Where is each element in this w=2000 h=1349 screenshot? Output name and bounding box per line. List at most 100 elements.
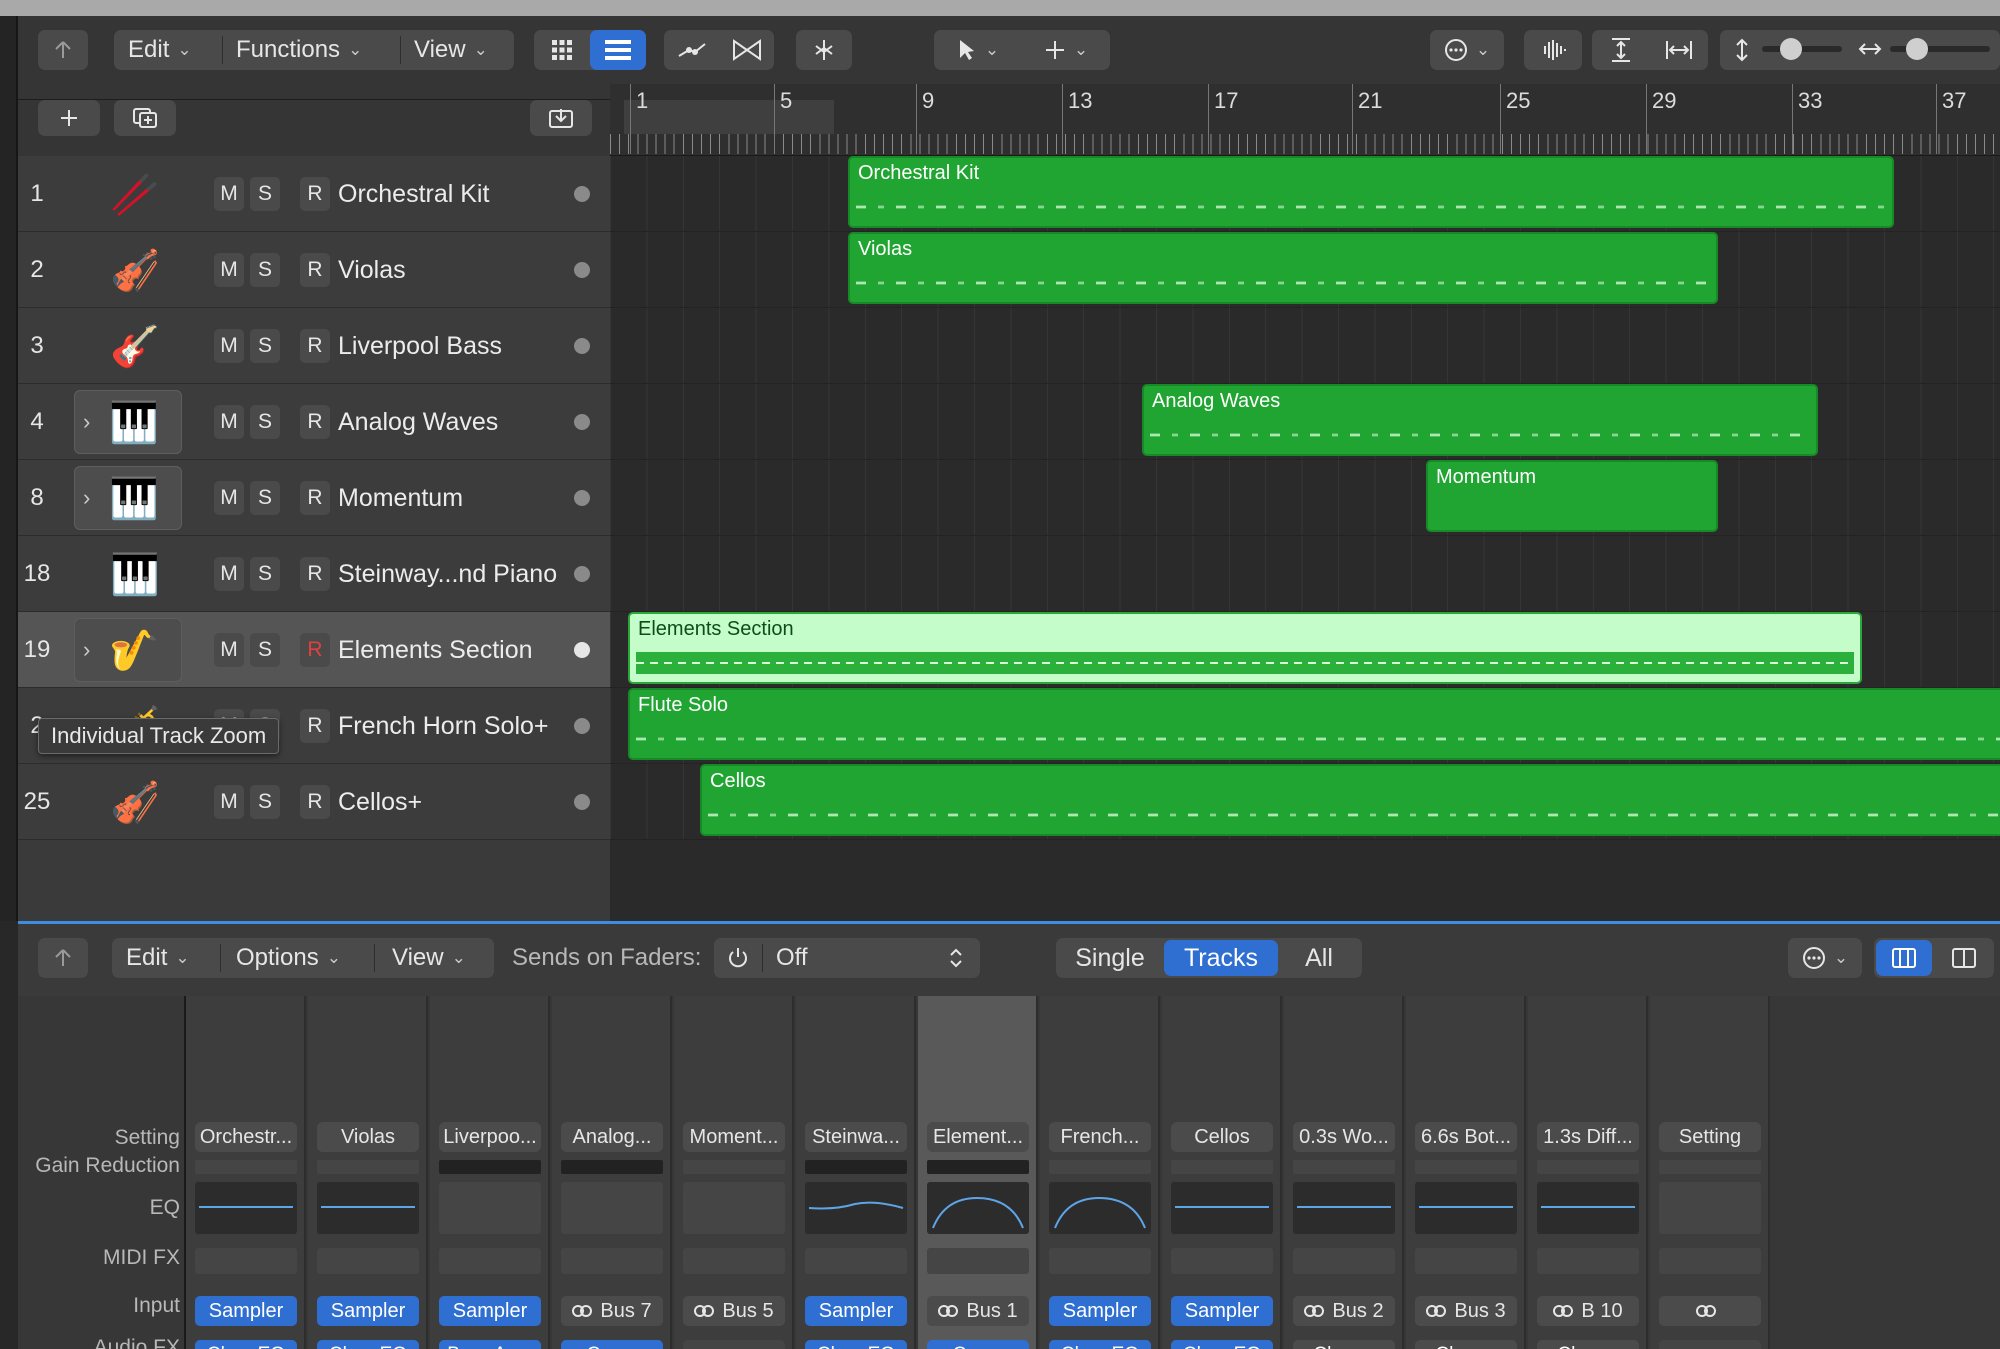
input-slot[interactable]: Sampler [195, 1296, 297, 1326]
channel-strip[interactable]: Element... Bus 1 Comp [918, 996, 1038, 1349]
setting-button[interactable]: Setting [1659, 1122, 1761, 1152]
horizontal-fit-button[interactable] [1650, 30, 1708, 70]
chevron-right-icon[interactable]: › [83, 409, 90, 435]
region-momentum[interactable]: Momentum [1426, 460, 1718, 532]
solo-button[interactable]: S [250, 405, 280, 439]
vertical-zoom-knob[interactable] [1780, 38, 1802, 60]
import-button[interactable] [530, 100, 592, 136]
audio-fx-slot[interactable]: Chorus [1537, 1340, 1639, 1349]
eq-display[interactable] [195, 1182, 297, 1234]
secondary-tool-button[interactable]: ⌄ [1022, 30, 1110, 70]
input-slot[interactable]: Bus 1 [927, 1296, 1029, 1326]
input-slot[interactable]: Sampler [1049, 1296, 1151, 1326]
mixer-back-button[interactable] [38, 938, 88, 978]
record-enable-button[interactable]: R [300, 557, 330, 591]
track-row[interactable]: 18 🎹 M S R Steinway...nd Piano [18, 536, 610, 612]
region-cellos[interactable]: Cellos [700, 764, 2000, 836]
setting-button[interactable]: Moment... [683, 1122, 785, 1152]
track-instrument-icon[interactable]: 🎸 [74, 314, 182, 378]
track-name[interactable]: Cellos+ [338, 764, 422, 840]
midi-fx-slot[interactable] [1049, 1248, 1151, 1274]
catch-button[interactable] [796, 30, 852, 70]
track-row[interactable]: 2 🎻 M S R Violas [18, 232, 610, 308]
channel-strip[interactable]: Moment... Bus 5 [674, 996, 794, 1349]
automation-button[interactable] [664, 30, 719, 70]
mute-button[interactable]: M [214, 405, 244, 439]
setting-button[interactable]: Element... [927, 1122, 1029, 1152]
region-violas[interactable]: Violas [848, 232, 1718, 304]
track-row[interactable]: 3 🎸 M S R Liverpool Bass [18, 308, 610, 384]
mute-button[interactable]: M [214, 633, 244, 667]
record-enable-button[interactable]: R [300, 177, 330, 211]
mixer-options-menu[interactable]: Options ⌄ [236, 938, 341, 978]
midi-fx-slot[interactable] [1293, 1248, 1395, 1274]
track-row[interactable]: 1 🥢 M S R Orchestral Kit [18, 156, 610, 232]
midi-fx-slot[interactable] [317, 1248, 419, 1274]
eq-display[interactable] [1049, 1182, 1151, 1234]
track-lane[interactable] [610, 460, 2000, 536]
channel-strip[interactable]: Cellos Sampler Chan EQ [1162, 996, 1282, 1349]
track-name[interactable]: Analog Waves [338, 384, 498, 460]
audio-fx-slot[interactable]: Comp [927, 1340, 1029, 1349]
all-button[interactable]: All [1282, 938, 1356, 978]
track-lane[interactable] [610, 308, 2000, 384]
eq-display[interactable] [1659, 1182, 1761, 1234]
eq-display[interactable] [317, 1182, 419, 1234]
record-enable-button[interactable]: R [300, 481, 330, 515]
channel-strip[interactable]: Violas Sampler Chan EQ [308, 996, 428, 1349]
mute-button[interactable]: M [214, 253, 244, 287]
eq-display[interactable] [561, 1182, 663, 1234]
audio-fx-slot[interactable]: Chan EQ [195, 1340, 297, 1349]
view-menu[interactable]: View ⌄ [414, 30, 488, 70]
channel-strip[interactable]: Analog... Bus 7 Comp [552, 996, 672, 1349]
vertical-fit-button[interactable] [1592, 30, 1650, 70]
midi-fx-slot[interactable] [1171, 1248, 1273, 1274]
pointer-tool-button[interactable]: ⌄ [934, 30, 1022, 70]
track-instrument-icon[interactable]: 🎹 [74, 542, 182, 606]
record-enable-button[interactable]: R [300, 709, 330, 743]
more-options-button[interactable]: ⌄ [1430, 30, 1504, 70]
edit-menu[interactable]: Edit ⌄ [128, 30, 192, 70]
midi-fx-slot[interactable] [927, 1248, 1029, 1274]
sends-on-faders-select[interactable]: Off [714, 938, 980, 978]
input-slot[interactable]: Sampler [805, 1296, 907, 1326]
track-lane[interactable] [610, 536, 2000, 612]
input-slot[interactable]: Bus 2 [1293, 1296, 1395, 1326]
track-name[interactable]: Liverpool Bass [338, 308, 502, 384]
input-slot[interactable]: Bus 3 [1415, 1296, 1517, 1326]
channel-strip[interactable]: Setting [1650, 996, 1770, 1349]
region-elements-section[interactable]: Elements Section [628, 612, 1862, 684]
setting-button[interactable]: Liverpoo... [439, 1122, 541, 1152]
audio-fx-slot[interactable]: Chan EQ [1171, 1340, 1273, 1349]
record-enable-button[interactable]: R [300, 785, 330, 819]
eq-display[interactable] [927, 1182, 1029, 1234]
audio-fx-slot[interactable]: Chan EQ [805, 1340, 907, 1349]
channel-strip[interactable]: Orchestr... Sampler Chan EQ [186, 996, 306, 1349]
audio-fx-slot[interactable] [683, 1340, 785, 1349]
record-enable-button[interactable]: R [300, 329, 330, 363]
midi-fx-slot[interactable] [1537, 1248, 1639, 1274]
functions-menu[interactable]: Functions ⌄ [236, 30, 362, 70]
setting-button[interactable]: Steinwa... [805, 1122, 907, 1152]
audio-fx-slot[interactable]: Bass Amp [439, 1340, 541, 1349]
cycle-area[interactable] [624, 100, 834, 134]
track-row[interactable]: 8 › 🎹 M S R Momentum [18, 460, 610, 536]
single-button[interactable]: Single [1062, 938, 1158, 978]
eq-display[interactable] [439, 1182, 541, 1234]
channel-strip[interactable]: 1.3s Diff... B 10 Chorus [1528, 996, 1648, 1349]
mute-button[interactable]: M [214, 177, 244, 211]
record-enable-button[interactable]: R [300, 633, 330, 667]
chevron-right-icon[interactable]: › [83, 485, 90, 511]
waveform-zoom-button[interactable] [1524, 30, 1582, 70]
list-view-button[interactable] [590, 30, 646, 70]
mixer-view-menu[interactable]: View ⌄ [392, 938, 466, 978]
eq-display[interactable] [805, 1182, 907, 1234]
setting-button[interactable]: 0.3s Wo... [1293, 1122, 1395, 1152]
input-slot[interactable] [1659, 1296, 1761, 1326]
narrow-strips-button[interactable] [1876, 940, 1932, 976]
eq-display[interactable] [1293, 1182, 1395, 1234]
setting-button[interactable]: 6.6s Bot... [1415, 1122, 1517, 1152]
track-name[interactable]: French Horn Solo+ [338, 688, 549, 764]
horizontal-zoom-knob[interactable] [1906, 38, 1928, 60]
region-flute-solo[interactable]: Flute Solo [628, 688, 2000, 760]
